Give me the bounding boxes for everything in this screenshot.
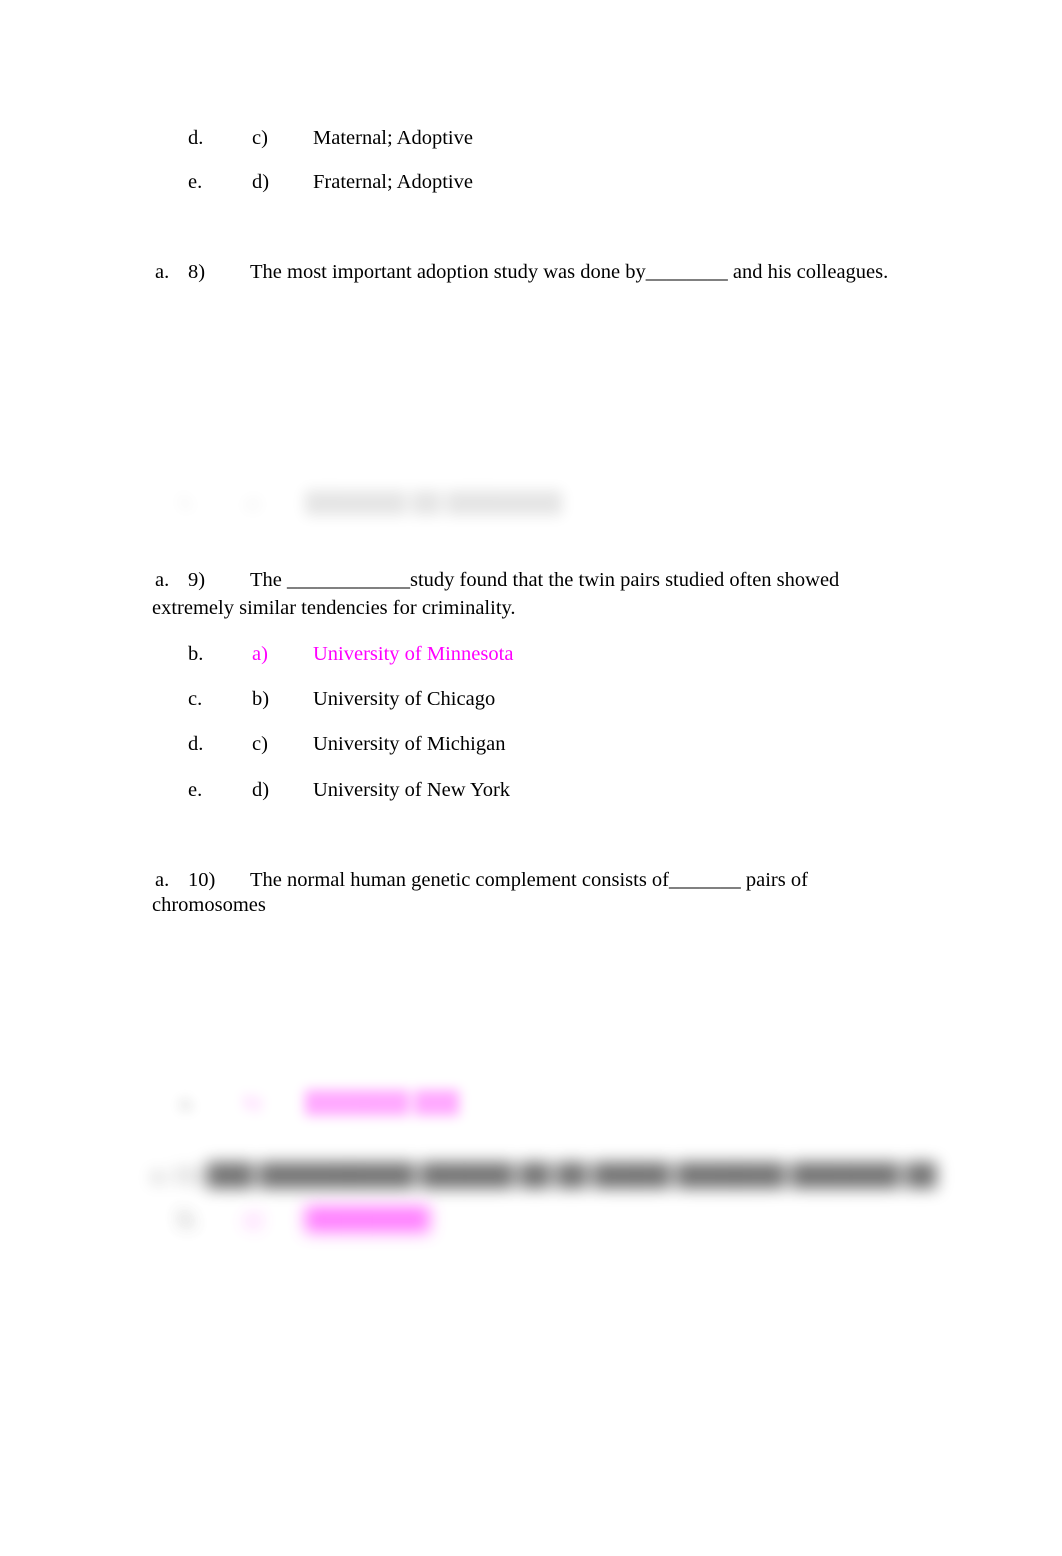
question-text: The normal human genetic complement cons…: [250, 869, 808, 891]
redacted-answer-block-2: a. b) ███████ ███: [180, 1090, 459, 1115]
answer-option[interactable]: e. d) University of New York: [188, 778, 510, 804]
redacted-text: ███████ ███: [305, 1090, 460, 1114]
redacted-letter: b): [244, 1090, 262, 1114]
answer-option[interactable]: e. d) Fraternal; Adoptive: [188, 170, 473, 196]
answer-marker: e.: [188, 171, 203, 193]
answer-text: University of Chicago: [313, 688, 496, 710]
redacted-marker: b.: [180, 492, 196, 514]
answer-option[interactable]: d. c) Maternal; Adoptive: [188, 126, 473, 152]
question-marker: a.: [155, 869, 170, 891]
answer-option[interactable]: d. c) University of Michigan: [188, 732, 505, 758]
redacted-marker: b.: [180, 1206, 197, 1231]
answer-letter: a): [252, 643, 268, 665]
question-number: 8): [188, 261, 206, 283]
answer-letter: d): [252, 779, 270, 801]
redacted-text: ███████ ██ ████████: [305, 492, 563, 514]
redacted-letter: a): [244, 492, 260, 514]
question-9-line2: extremely similar tendencies for crimina…: [152, 597, 516, 619]
answer-text: University of Minnesota: [313, 643, 514, 665]
answer-letter: c): [252, 733, 268, 755]
redacted-text: ████████: [305, 1206, 430, 1231]
answer-marker: d.: [188, 127, 204, 149]
answer-option[interactable]: c. b) University of Chicago: [188, 687, 495, 713]
answer-option-highlighted[interactable]: b. a) University of Minnesota: [188, 642, 513, 668]
answer-letter: b): [252, 688, 270, 710]
question-10-line2: chromosomes: [152, 894, 266, 916]
answer-letter: d): [252, 171, 270, 193]
redacted-marker: a.: [180, 1090, 195, 1114]
question-number: 10): [188, 869, 216, 891]
question-9: a. 9) The ____________study found that t…: [155, 568, 839, 594]
question-text: The most important adoption study was do…: [250, 261, 889, 283]
question-8: a. 8) The most important adoption study …: [155, 260, 888, 286]
answer-text: Fraternal; Adoptive: [313, 171, 473, 193]
answer-text: University of New York: [313, 779, 511, 801]
question-text: The ____________study found that the twi…: [250, 569, 840, 591]
answer-marker: e.: [188, 779, 203, 801]
question-marker: a.: [155, 569, 170, 591]
question-10: a. 10) The normal human genetic compleme…: [155, 868, 808, 894]
answer-text: Maternal; Adoptive: [313, 127, 473, 149]
redacted-question-line: a. 11) ███ ██████████ ██████ ██ ██ █████…: [152, 1162, 937, 1187]
question-marker: a.: [155, 261, 170, 283]
redacted-answer-block-1: b. a) ███████ ██ ████████: [180, 492, 562, 515]
answer-letter: c): [252, 127, 268, 149]
redacted-letter: a): [244, 1206, 262, 1231]
answer-marker: b.: [188, 643, 204, 665]
answer-marker: c.: [188, 688, 203, 710]
question-number: 9): [188, 569, 206, 591]
redacted-answer-block-4: b. a) ████████: [180, 1206, 430, 1232]
answer-marker: d.: [188, 733, 204, 755]
answer-text: University of Michigan: [313, 733, 506, 755]
document-page: d. c) Maternal; Adoptive e. d) Fraternal…: [0, 0, 1062, 1556]
